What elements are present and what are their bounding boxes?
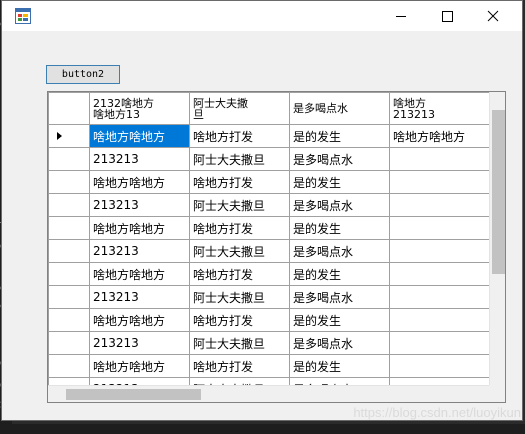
close-button[interactable] [470,1,516,31]
table-row[interactable]: 213213阿士大夫撒旦是多喝点水 [48,239,490,263]
minimize-icon [396,16,406,17]
row-header[interactable] [48,262,90,286]
column-header-line: 213213 [393,107,435,121]
table-row[interactable]: 213213阿士大夫撒旦是多喝点水 [48,331,490,355]
maximize-button[interactable] [424,1,470,31]
scrollbar-corner [489,385,505,402]
row-header[interactable] [48,239,90,263]
watermark-text: https://blog.csdn.net/luoyikun [353,405,521,420]
column-header-line: 2132啥地方 [93,96,154,110]
grid-cell[interactable] [389,147,490,171]
column-header-line: 旦 [193,107,204,121]
grid-cell[interactable]: 啥地方打发 [189,354,290,378]
row-header[interactable] [48,124,90,148]
table-row[interactable]: 啥地方啥地方 啥地方打发 是的发生 [48,308,490,332]
grid-cell[interactable]: 啥地方啥地方 [89,308,190,332]
grid-cell[interactable]: 213213 [89,147,190,171]
grid-cell[interactable]: 啥地方打发 [189,124,290,148]
grid-cell[interactable]: 是的发生 [289,262,390,286]
grid-cell[interactable]: 213213 [89,285,190,309]
row-header[interactable] [48,193,90,217]
grid-cell[interactable]: 是多喝点水 [289,331,390,355]
grid-cell[interactable] [389,308,490,332]
form-window: button2 2132啥地方 啥地方13 阿士大夫撒旦 是多喝点水 啥地方 213… [1,0,523,421]
grid-cell[interactable]: 阿士大夫撒旦 [189,285,290,309]
column-header-line: 是多喝点水 [293,102,348,115]
grid-cell[interactable]: 啥地方啥地方 [89,124,190,148]
vertical-scroll-thumb[interactable] [492,110,505,274]
grid-cell[interactable]: 啥地方啥地方 [89,262,190,286]
grid-cell[interactable] [389,239,490,263]
close-icon [487,10,499,22]
app-icon [15,8,31,24]
row-header[interactable] [48,285,90,309]
grid-cell[interactable]: 213213 [89,239,190,263]
maximize-icon [442,11,453,22]
grid-cell[interactable]: 是的发生 [289,354,390,378]
grid-cell[interactable]: 啥地方打发 [189,308,290,332]
grid-cell[interactable]: 是多喝点水 [289,239,390,263]
table-row[interactable]: 啥地方啥地方 啥地方打发 是的发生 [48,216,490,240]
current-row-arrow-icon [57,132,62,140]
grid-cell[interactable] [389,285,490,309]
column-header-2[interactable]: 阿士大夫撒旦 [189,92,290,125]
data-grid-view[interactable]: 2132啥地方 啥地方13 阿士大夫撒旦 是多喝点水 啥地方 213213 啥地方啥… [47,91,506,403]
row-header[interactable] [48,308,90,332]
column-header-line: 啥地方 [393,96,426,110]
grid-cell[interactable]: 啥地方啥地方 [89,354,190,378]
row-header[interactable] [48,354,90,378]
grid-cell[interactable]: 啥地方打发 [189,170,290,194]
row-header[interactable] [48,216,90,240]
grid-cell[interactable]: 213213 [89,193,190,217]
grid-cell[interactable] [389,331,490,355]
grid-cell[interactable]: 是的发生 [289,216,390,240]
horizontal-scrollbar[interactable] [48,385,489,402]
grid-cell[interactable] [389,216,490,240]
table-row[interactable]: 213213阿士大夫撒旦是多喝点水 [48,285,490,309]
grid-cell[interactable]: 是的发生 [289,124,390,148]
table-row[interactable]: 啥地方啥地方 啥地方打发 是的发生 [48,354,490,378]
grid-cell[interactable] [389,193,490,217]
grid-cell[interactable]: 是的发生 [289,308,390,332]
data-grid-table: 2132啥地方 啥地方13 阿士大夫撒旦 是多喝点水 啥地方 213213 啥地方啥… [48,92,490,401]
button2[interactable]: button2 [46,65,120,84]
column-header-line: 阿士大夫撒 [193,96,248,110]
grid-cell[interactable]: 阿士大夫撒旦 [189,147,290,171]
grid-cell[interactable]: 阿士大夫撒旦 [189,239,290,263]
grid-cell[interactable] [389,354,490,378]
column-header-1[interactable]: 2132啥地方 啥地方13 [89,92,190,125]
grid-cell[interactable]: 是多喝点水 [289,147,390,171]
grid-cell[interactable]: 啥地方啥地方 [89,170,190,194]
row-header[interactable] [48,331,90,355]
grid-cell[interactable]: 啥地方打发 [189,262,290,286]
table-row[interactable]: 啥地方啥地方 啥地方打发 是的发生 啥地方啥地方 [48,124,490,148]
minimize-button[interactable] [378,1,424,31]
table-row[interactable]: 啥地方啥地方 啥地方打发 是的发生 [48,170,490,194]
grid-cell[interactable]: 是的发生 [289,170,390,194]
grid-cell[interactable]: 啥地方啥地方 [389,124,490,148]
grid-corner-header[interactable] [48,92,90,125]
row-header[interactable] [48,147,90,171]
grid-cell[interactable]: 啥地方啥地方 [89,216,190,240]
grid-cell[interactable]: 啥地方打发 [189,216,290,240]
background-editor-bottom [0,424,525,434]
grid-cell[interactable]: 阿士大夫撒旦 [189,193,290,217]
horizontal-scroll-thumb[interactable] [66,389,201,400]
grid-header-row: 2132啥地方 啥地方13 阿士大夫撒旦 是多喝点水 啥地方 213213 [48,92,490,125]
table-row[interactable]: 213213阿士大夫撒旦是多喝点水 [48,147,490,171]
column-header-4[interactable]: 啥地方 213213 [389,92,490,125]
column-header-3[interactable]: 是多喝点水 [289,92,390,125]
title-bar[interactable] [2,1,522,31]
grid-cell[interactable]: 阿士大夫撒旦 [189,331,290,355]
grid-cell[interactable]: 是多喝点水 [289,193,390,217]
table-row[interactable]: 啥地方啥地方 啥地方打发 是的发生 [48,262,490,286]
column-header-line: 啥地方13 [93,107,140,121]
vertical-scrollbar[interactable] [489,92,505,385]
grid-cell[interactable]: 213213 [89,331,190,355]
row-header[interactable] [48,170,90,194]
grid-cell[interactable] [389,170,490,194]
table-row[interactable]: 213213阿士大夫撒旦是多喝点水 [48,193,490,217]
grid-cell[interactable]: 是多喝点水 [289,285,390,309]
grid-cell[interactable] [389,262,490,286]
